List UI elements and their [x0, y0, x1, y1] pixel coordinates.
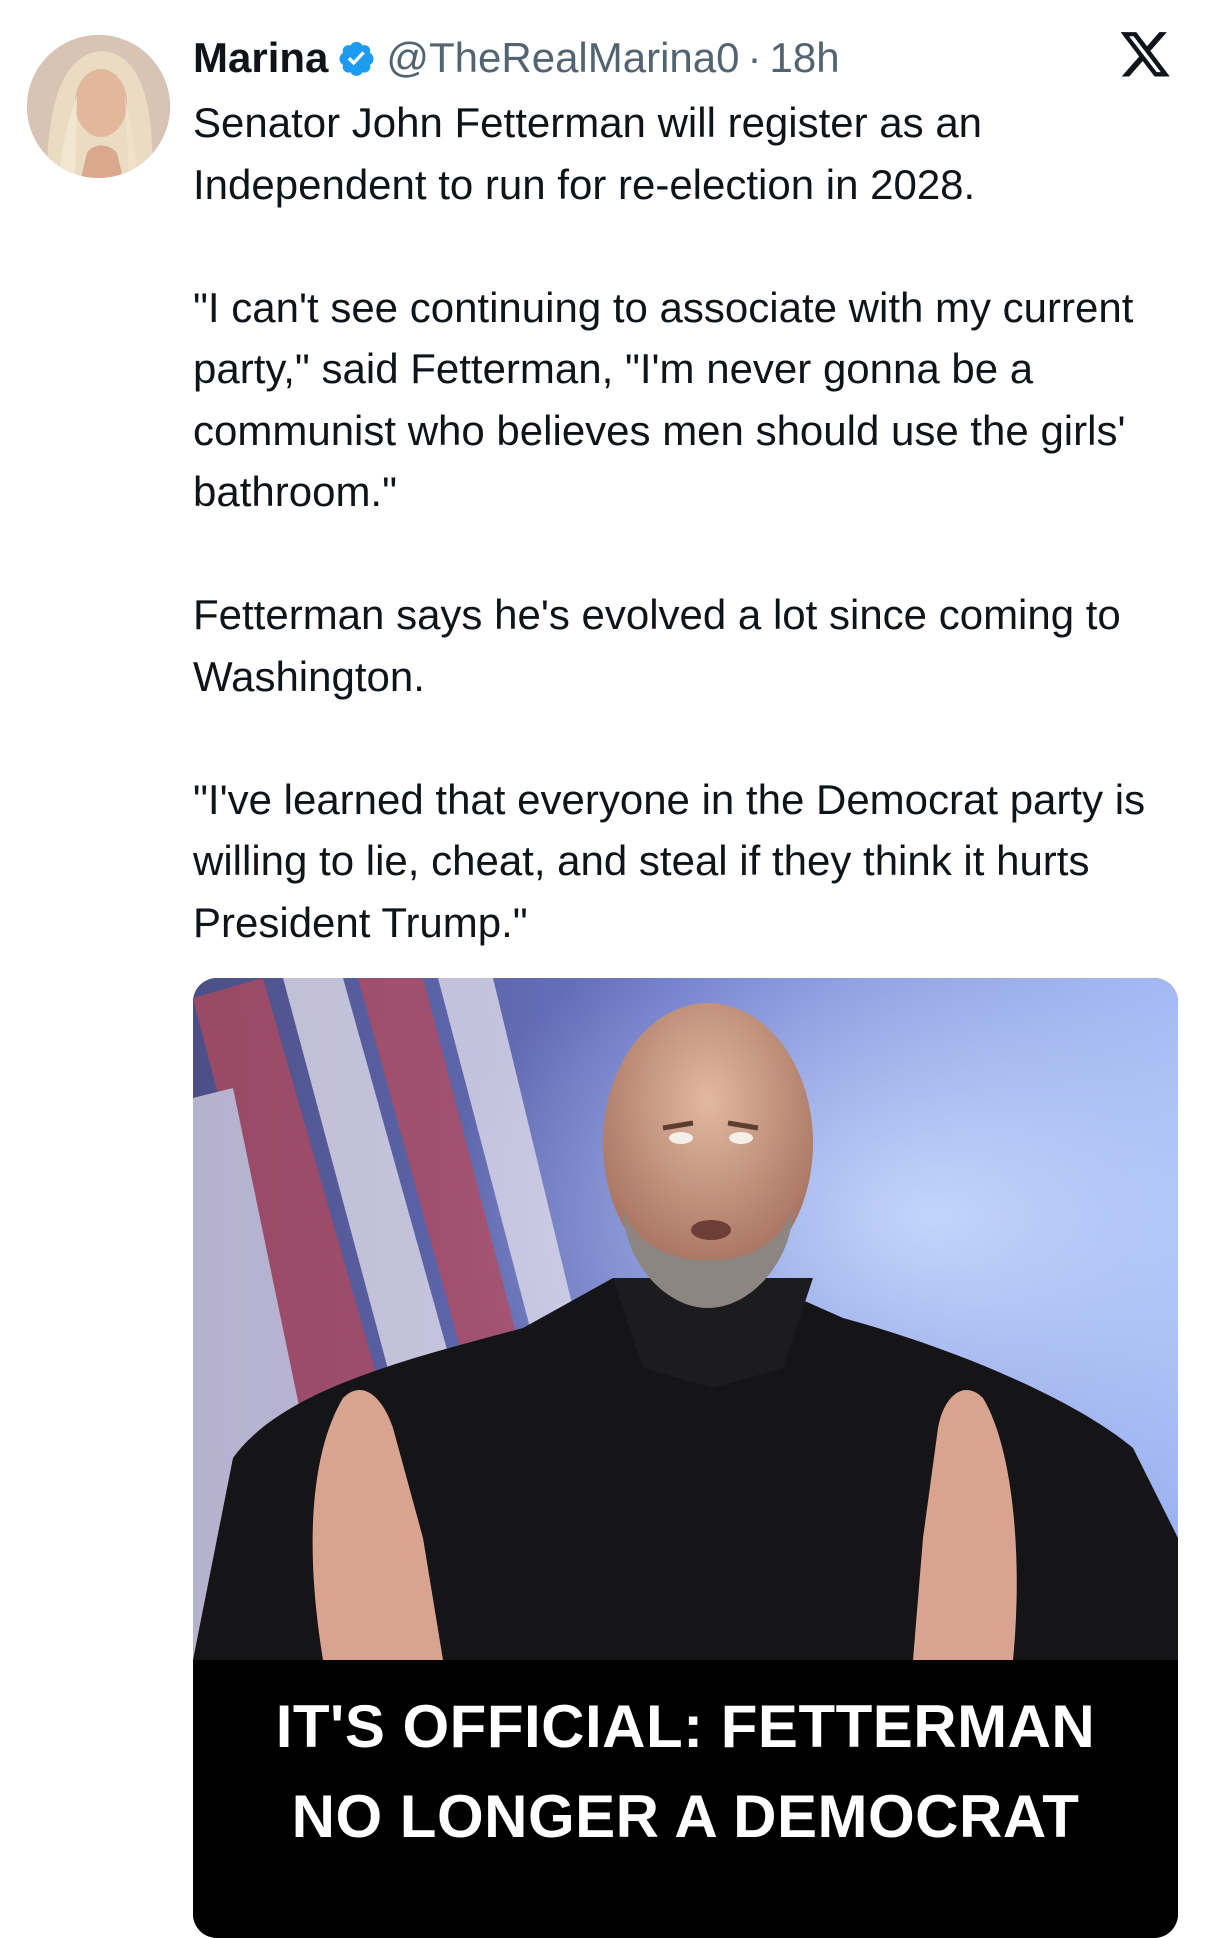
media-caption: IT'S OFFICIAL: FETTERMAN NO LONGER A DEM…: [193, 1660, 1178, 1938]
tweet-card: Marina @TheRealMarina0 · 18h Senator Joh…: [0, 0, 1206, 1938]
caption-line: IT'S OFFICIAL: FETTERMAN: [275, 1693, 1096, 1760]
caption-line: NO LONGER A DEMOCRAT: [291, 1783, 1080, 1850]
tweet-header: Marina @TheRealMarina0 · 18h: [193, 30, 840, 86]
tweet-paragraph: Fetterman says he's evolved a lot since …: [193, 591, 1121, 700]
avatar[interactable]: [27, 35, 170, 178]
tweet-paragraph: "I can't see continuing to associate wit…: [193, 283, 1134, 516]
tweet-timestamp[interactable]: 18h: [770, 34, 840, 82]
tweet-media[interactable]: IT'S OFFICIAL: FETTERMAN NO LONGER A DEM…: [193, 978, 1178, 1938]
separator-dot: ·: [747, 34, 762, 81]
media-photo: [193, 978, 1178, 1660]
x-logo-icon[interactable]: [1118, 30, 1172, 80]
verified-badge-icon: [336, 38, 376, 78]
tweet-text: Senator John Fetterman will register as …: [193, 92, 1153, 953]
author-name[interactable]: Marina: [193, 34, 328, 82]
author-handle[interactable]: @TheRealMarina0: [386, 34, 739, 82]
tweet-paragraph: Senator John Fetterman will register as …: [193, 99, 983, 208]
tweet-paragraph: "I've learned that everyone in the Democ…: [193, 775, 1146, 946]
